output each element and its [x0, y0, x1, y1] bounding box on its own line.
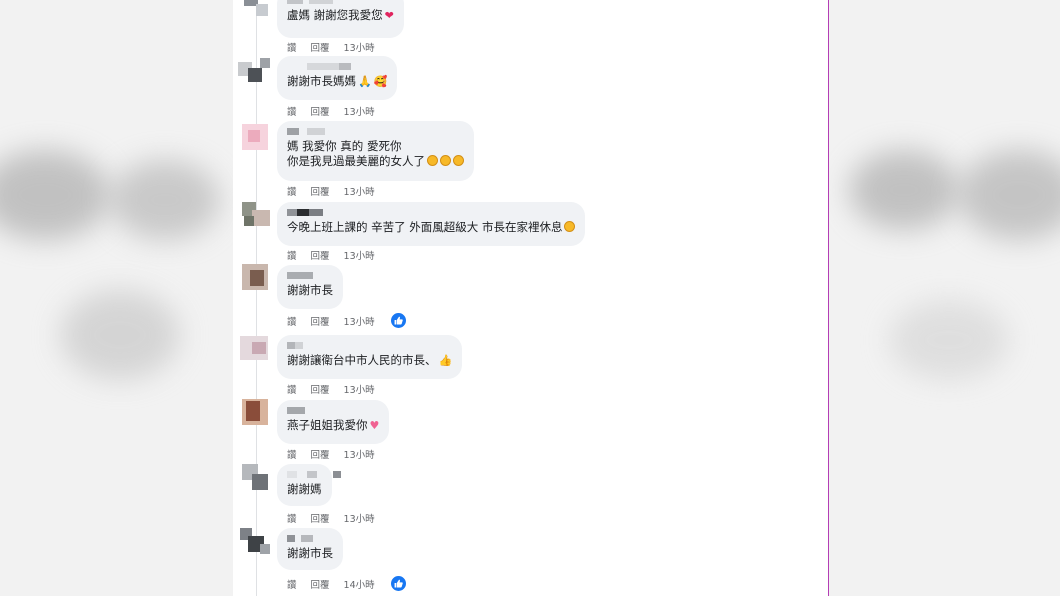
comment-text: 盧媽 謝謝您我愛您	[287, 8, 383, 22]
like-link[interactable]: 讚	[287, 40, 297, 54]
comment-text-line: 媽 我愛你 真的 愛死你	[287, 139, 402, 153]
avatar[interactable]	[238, 260, 272, 294]
commenter-name-blurred	[287, 340, 452, 352]
avatar[interactable]	[238, 120, 272, 154]
crying-face-icon	[453, 155, 464, 166]
crying-face-icon	[427, 155, 438, 166]
face-icon	[564, 221, 576, 232]
reply-link[interactable]: 回覆	[311, 447, 330, 461]
comment-bubble: 謝謝市長	[277, 265, 343, 309]
reply-link[interactable]: 回覆	[311, 577, 330, 591]
comment-text: 謝謝讓衛台中市人民的市長、	[287, 353, 437, 367]
avatar[interactable]	[238, 0, 272, 20]
comment-timestamp[interactable]: 13小時	[344, 104, 375, 118]
comment-bubble: 燕子姐姐我愛你 ♥	[277, 400, 390, 444]
smiling-face-with-hearts-icon: 🥰	[373, 75, 388, 88]
avatar[interactable]	[238, 196, 272, 230]
crying-face-icon	[440, 155, 451, 166]
comment-actions: 讚 回覆 13小時	[287, 382, 389, 396]
comment-text-line: 你是我見過最美麗的女人了	[287, 154, 425, 168]
comment-actions: 讚 回覆 13小時	[287, 447, 389, 461]
comment-bubble: 謝謝市長媽媽 🙏 🥰	[277, 56, 398, 100]
highlight-border	[828, 0, 829, 596]
like-link[interactable]: 讚	[287, 511, 297, 525]
thumbs-up-icon: 👍	[438, 354, 453, 367]
commenter-name-blurred	[287, 207, 575, 219]
like-link[interactable]: 讚	[287, 314, 297, 328]
commenter-name-blurred	[287, 405, 379, 417]
avatar[interactable]	[238, 395, 272, 429]
comment-text: 今晚上班上課的 辛苦了 外面風超級大 市長在家裡休息	[287, 220, 563, 234]
comment-bubble: 謝謝媽	[277, 464, 341, 506]
like-link[interactable]: 讚	[287, 248, 297, 262]
comment-text: 謝謝市長	[287, 283, 333, 297]
commenter-name-blurred	[287, 126, 464, 138]
comment-timestamp[interactable]: 13小時	[344, 314, 375, 328]
commenter-name-blurred	[287, 469, 341, 481]
commenter-name-blurred	[287, 61, 387, 73]
comment-timestamp[interactable]: 14小時	[344, 577, 375, 591]
blurred-right-panel	[829, 0, 1060, 596]
like-link[interactable]: 讚	[287, 104, 297, 118]
commenter-name-blurred	[287, 533, 333, 545]
comment-timestamp[interactable]: 13小時	[344, 447, 375, 461]
thread-line	[256, 0, 257, 596]
comment-actions: 讚 回覆 13小時	[287, 313, 406, 328]
comment-timestamp[interactable]: 13小時	[344, 40, 375, 54]
comment-actions: 讚 回覆 13小時	[287, 40, 389, 54]
reply-link[interactable]: 回覆	[311, 184, 330, 198]
comment-actions: 讚 回覆 14小時	[287, 576, 406, 591]
reply-link[interactable]: 回覆	[311, 40, 330, 54]
like-reaction-icon[interactable]	[390, 576, 406, 591]
comment-bubble: 盧媽 謝謝您我愛您 ❤	[277, 0, 404, 38]
like-link[interactable]: 讚	[287, 577, 297, 591]
avatar[interactable]	[238, 524, 272, 558]
like-reaction-icon[interactable]	[390, 313, 406, 328]
reply-link[interactable]: 回覆	[311, 248, 330, 262]
comment-actions: 讚 回覆 13小時	[287, 104, 389, 118]
reply-link[interactable]: 回覆	[311, 382, 330, 396]
comment-actions: 讚 回覆 13小時	[287, 184, 389, 198]
comment-text: 謝謝媽	[287, 482, 322, 496]
reply-link[interactable]: 回覆	[311, 511, 330, 525]
comment-bubble: 謝謝讓衛台中市人民的市長、 👍	[277, 335, 463, 379]
like-link[interactable]: 讚	[287, 184, 297, 198]
comment-timestamp[interactable]: 13小時	[344, 382, 375, 396]
comment-text: 謝謝市長	[287, 546, 333, 560]
comment-text: 燕子姐姐我愛你	[287, 418, 368, 432]
reply-link[interactable]: 回覆	[311, 104, 330, 118]
avatar[interactable]	[238, 330, 272, 364]
avatar[interactable]	[238, 460, 272, 494]
comment-text: 謝謝市長媽媽	[287, 74, 356, 88]
comment-timestamp[interactable]: 13小時	[344, 184, 375, 198]
avatar[interactable]	[238, 54, 272, 88]
comment-bubble: 媽 我愛你 真的 愛死你 你是我見過最美麗的女人了	[277, 121, 474, 181]
comment-thread: 盧媽 謝謝您我愛您 ❤ 讚 回覆 13小時 謝謝市長媽媽 🙏 🥰 讚 回覆 13小時	[233, 0, 828, 596]
blurred-left-panel	[0, 0, 233, 596]
commenter-name-blurred	[287, 270, 333, 282]
comment-bubble: 今晚上班上課的 辛苦了 外面風超級大 市長在家裡休息	[277, 202, 586, 246]
like-link[interactable]: 讚	[287, 382, 297, 396]
red-heart-icon: ❤	[384, 9, 394, 22]
comment-bubble: 謝謝市長	[277, 528, 343, 570]
reply-link[interactable]: 回覆	[311, 314, 330, 328]
comment-actions: 讚 回覆 13小時	[287, 511, 389, 525]
comment-actions: 讚 回覆 13小時	[287, 248, 389, 262]
commenter-name-blurred	[287, 0, 394, 7]
comment-timestamp[interactable]: 13小時	[344, 248, 375, 262]
comment-timestamp[interactable]: 13小時	[344, 511, 375, 525]
like-link[interactable]: 讚	[287, 447, 297, 461]
praying-hands-icon: 🙏	[358, 75, 372, 88]
pink-heart-icon: ♥	[369, 419, 380, 432]
